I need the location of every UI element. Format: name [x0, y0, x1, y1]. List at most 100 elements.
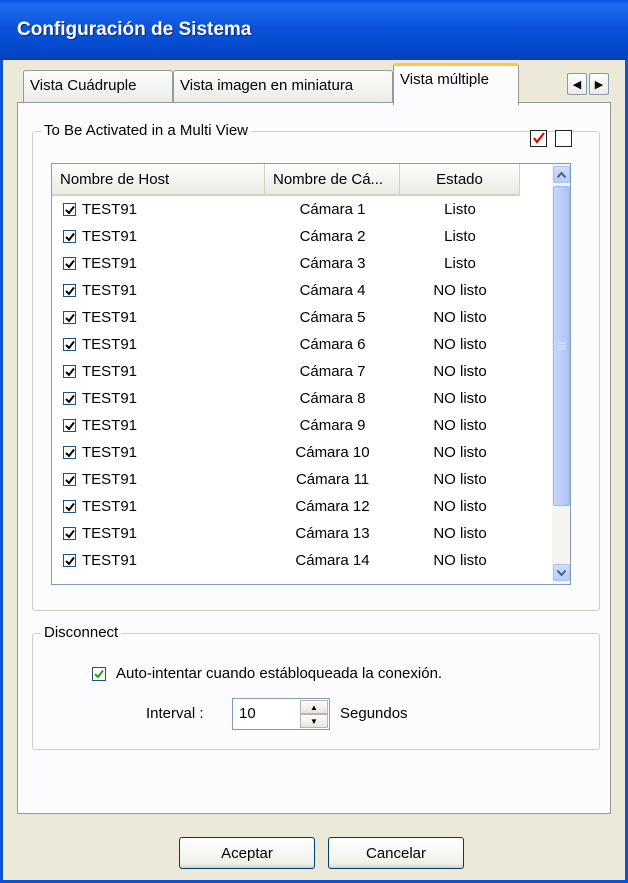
tab-label: Vista imagen en miniatura	[180, 77, 354, 94]
table-row[interactable]: TEST91 Cámara 3 Listo	[52, 250, 520, 277]
checkmark-icon	[64, 340, 75, 350]
tab-vista-miniatura[interactable]: Vista imagen en miniatura	[173, 70, 393, 103]
interval-unit-label: Segundos	[340, 705, 408, 722]
checkmark-icon	[64, 421, 75, 431]
row-checkbox[interactable]	[63, 419, 76, 432]
checkmark-icon	[64, 367, 75, 377]
caret-up-icon: ▲	[310, 702, 318, 712]
cancel-button[interactable]: Cancelar	[328, 837, 464, 869]
camera-name: Cámara 9	[299, 417, 366, 434]
row-checkbox[interactable]	[63, 365, 76, 378]
host-cell: TEST91	[52, 498, 265, 515]
status-text: NO listo	[433, 363, 487, 380]
host-cell: TEST91	[52, 363, 265, 380]
column-header-status[interactable]: Estado	[400, 164, 520, 194]
interval-decrement-button[interactable]: ▼	[300, 714, 328, 728]
interval-label: Interval :	[146, 705, 204, 722]
host-name: TEST91	[82, 552, 138, 569]
host-cell: TEST91	[52, 390, 265, 407]
row-checkbox[interactable]	[63, 473, 76, 486]
interval-value[interactable]: 10	[239, 705, 256, 722]
check-all-icon	[533, 132, 545, 144]
uncheck-all-button[interactable]	[555, 130, 572, 147]
row-checkbox[interactable]	[63, 338, 76, 351]
checkmark-icon	[64, 502, 75, 512]
row-checkbox[interactable]	[63, 446, 76, 459]
host-camera-list[interactable]: Nombre de Host Nombre de Cá... Estado TE…	[51, 163, 571, 585]
host-cell: TEST91	[52, 444, 265, 461]
tab-vista-cuadruple[interactable]: Vista Cuádruple	[23, 70, 173, 103]
chevron-up-icon	[557, 171, 566, 178]
host-cell: TEST91	[52, 417, 265, 434]
window-title: Configuración de Sistema	[17, 19, 252, 40]
checkmark-icon	[64, 556, 75, 566]
list-vertical-scrollbar[interactable]	[552, 164, 570, 584]
scroll-thumb[interactable]	[553, 186, 570, 506]
auto-retry-checkbox-row[interactable]: Auto-intentar cuando estábloqueada la co…	[92, 665, 442, 682]
table-row[interactable]: TEST91 Cámara 10 NO listo	[52, 439, 520, 466]
table-row[interactable]: TEST91 Cámara 11 NO listo	[52, 466, 520, 493]
host-name: TEST91	[82, 444, 138, 461]
interval-increment-button[interactable]: ▲	[300, 700, 328, 714]
checkmark-icon	[94, 669, 104, 679]
row-checkbox[interactable]	[63, 392, 76, 405]
arrow-right-icon: ▶	[594, 78, 604, 91]
column-header-host[interactable]: Nombre de Host	[52, 164, 265, 194]
ok-button[interactable]: Aceptar	[179, 837, 315, 869]
table-row[interactable]: TEST91 Cámara 2 Listo	[52, 223, 520, 250]
status-text: NO listo	[433, 471, 487, 488]
row-checkbox[interactable]	[63, 284, 76, 297]
row-checkbox[interactable]	[63, 230, 76, 243]
list-header: Nombre de Host Nombre de Cá... Estado	[52, 164, 520, 196]
camera-name: Cámara 13	[295, 525, 370, 542]
host-cell: TEST91	[52, 282, 265, 299]
status-text: NO listo	[433, 336, 487, 353]
host-name: TEST91	[82, 336, 138, 353]
row-checkbox[interactable]	[63, 203, 76, 216]
status-text: NO listo	[433, 282, 487, 299]
table-row[interactable]: TEST91 Cámara 1 Listo	[52, 196, 520, 223]
chevron-down-icon	[557, 569, 566, 576]
check-all-button[interactable]	[530, 130, 547, 147]
tab-vista-multiple[interactable]: Vista múltiple	[393, 63, 519, 105]
table-row[interactable]: TEST91 Cámara 7 NO listo	[52, 358, 520, 385]
scroll-up-button[interactable]	[553, 166, 570, 183]
column-header-camera[interactable]: Nombre de Cá...	[265, 164, 400, 194]
row-checkbox[interactable]	[63, 311, 76, 324]
multi-view-group-legend: To Be Activated in a Multi View	[41, 122, 251, 139]
tab-scroll-right-button[interactable]: ▶	[589, 73, 609, 95]
disconnect-group: Disconnect	[32, 624, 600, 750]
host-name: TEST91	[82, 390, 138, 407]
table-row[interactable]: TEST91 Cámara 14 NO listo	[52, 547, 520, 574]
auto-retry-label: Auto-intentar cuando estábloqueada la co…	[116, 665, 443, 682]
row-checkbox[interactable]	[63, 554, 76, 567]
camera-name: Cámara 14	[295, 552, 370, 569]
status-text: NO listo	[433, 525, 487, 542]
tab-scroll-left-button[interactable]: ◀	[567, 73, 587, 95]
camera-name: Cámara 10	[295, 444, 370, 461]
table-row[interactable]: TEST91 Cámara 8 NO listo	[52, 385, 520, 412]
camera-name: Cámara 5	[299, 309, 366, 326]
scroll-down-button[interactable]	[553, 564, 570, 581]
list-rows: TEST91 Cámara 1 Listo TEST91 Cámara 2 Listo TE…	[52, 196, 520, 574]
table-row[interactable]: TEST91 Cámara 9 NO listo	[52, 412, 520, 439]
interval-stepper[interactable]: 10 ▲ ▼	[232, 698, 330, 730]
auto-retry-checkbox[interactable]	[92, 666, 106, 681]
row-checkbox[interactable]	[63, 257, 76, 270]
table-row[interactable]: TEST91 Cámara 5 NO listo	[52, 304, 520, 331]
host-cell: TEST91	[52, 228, 265, 245]
checkmark-icon	[64, 259, 75, 269]
host-cell: TEST91	[52, 471, 265, 488]
row-checkbox[interactable]	[63, 500, 76, 513]
status-text: NO listo	[433, 444, 487, 461]
table-row[interactable]: TEST91 Cámara 12 NO listo	[52, 493, 520, 520]
checkmark-icon	[64, 448, 75, 458]
table-row[interactable]: TEST91 Cámara 6 NO listo	[52, 331, 520, 358]
host-cell: TEST91	[52, 525, 265, 542]
table-row[interactable]: TEST91 Cámara 4 NO listo	[52, 277, 520, 304]
checkmark-icon	[64, 394, 75, 404]
row-checkbox[interactable]	[63, 527, 76, 540]
title-bar[interactable]: Configuración de Sistema	[0, 0, 628, 60]
table-row[interactable]: TEST91 Cámara 13 NO listo	[52, 520, 520, 547]
host-name: TEST91	[82, 255, 138, 272]
